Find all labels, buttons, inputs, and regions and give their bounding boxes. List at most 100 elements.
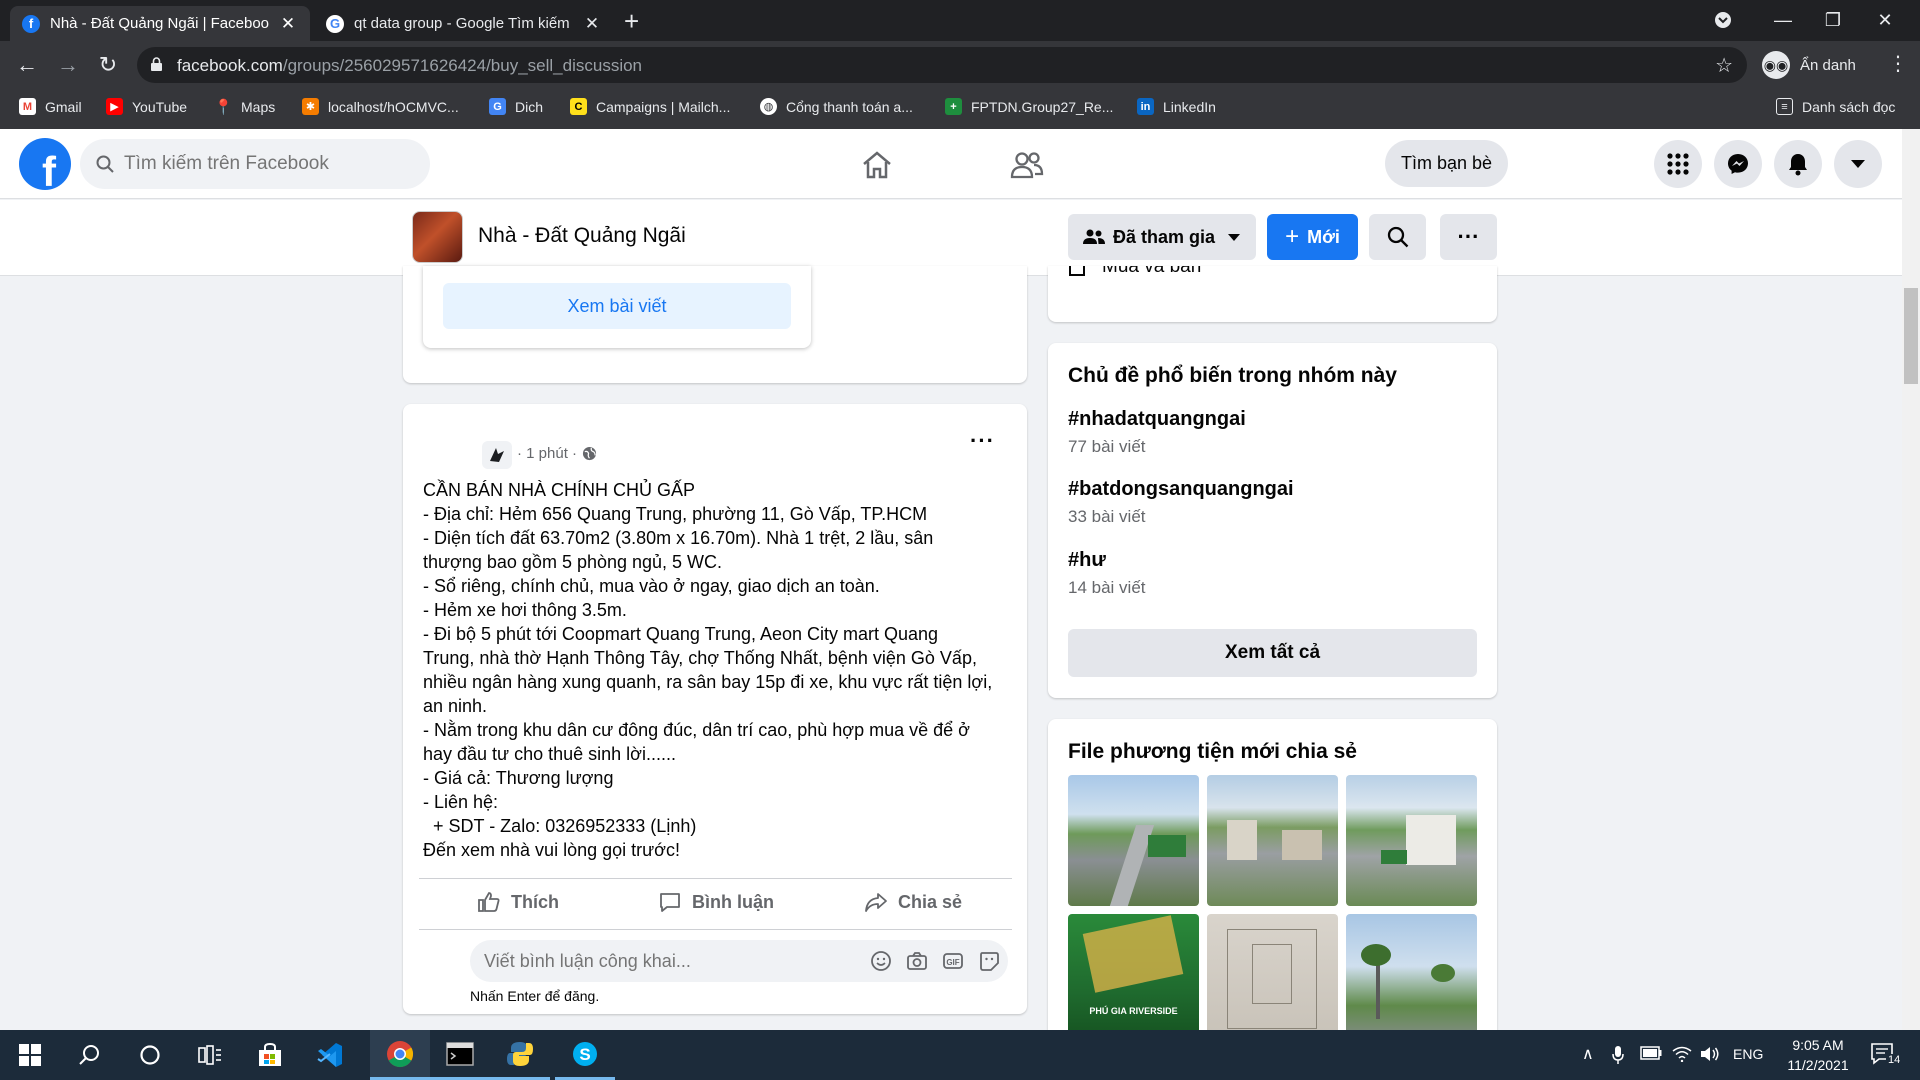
tab-title: qt data group - Google Tìm kiếm bbox=[354, 15, 570, 32]
topic-count: 33 bài viết bbox=[1068, 507, 1146, 526]
media-thumbnail[interactable] bbox=[1068, 775, 1199, 906]
bookmark-linkedin[interactable]: in LinkedIn bbox=[1137, 98, 1216, 115]
post-time[interactable]: · 1 phút · bbox=[517, 445, 577, 462]
media-thumbnail[interactable] bbox=[1346, 914, 1477, 1045]
topic-tag[interactable]: #batdongsanquangngai bbox=[1068, 478, 1294, 501]
windows-start-icon[interactable] bbox=[0, 1030, 60, 1080]
bookmark-maps[interactable]: 📍 Maps bbox=[214, 98, 275, 116]
topic-tag[interactable]: #nhadatquangngai bbox=[1068, 408, 1246, 431]
microphone-icon[interactable] bbox=[1612, 1046, 1624, 1067]
bookmark-fptdn[interactable]: + FPTDN.Group27_Re... bbox=[945, 98, 1113, 115]
group-cover-thumbnail[interactable] bbox=[412, 211, 463, 263]
input-language[interactable]: ENG bbox=[1733, 1046, 1763, 1062]
comment-input-box[interactable]: GIF bbox=[470, 940, 1008, 982]
group-name[interactable]: Nhà - Đất Quảng Ngãi bbox=[478, 224, 686, 248]
gif-icon[interactable]: GIF bbox=[942, 950, 964, 972]
bookmark-gmail[interactable]: M Gmail bbox=[19, 98, 82, 115]
like-button[interactable]: Thích bbox=[477, 888, 559, 916]
see-all-topics-button[interactable]: Xem tất cả bbox=[1068, 629, 1477, 677]
close-tab-icon[interactable]: ✕ bbox=[278, 14, 298, 34]
bookmark-campaigns[interactable]: C Campaigns | Mailch... bbox=[570, 98, 730, 115]
forward-button[interactable]: → bbox=[52, 49, 84, 81]
reload-button[interactable]: ↻ bbox=[92, 49, 124, 81]
page-scrollbar[interactable] bbox=[1902, 129, 1920, 1030]
tab-facebook[interactable]: f Nhà - Đất Quảng Ngãi | Facebook ✕ bbox=[10, 6, 310, 41]
action-center-icon[interactable]: 14 bbox=[1870, 1042, 1903, 1071]
find-friends-button[interactable]: Tìm bạn bè bbox=[1385, 140, 1509, 187]
clock[interactable]: 9:05 AM 11/2/2021 bbox=[1770, 1035, 1866, 1075]
post-options-icon[interactable]: ··· bbox=[970, 428, 995, 454]
view-post-button[interactable]: Xem bài viết bbox=[443, 283, 791, 329]
media-thumbnail[interactable] bbox=[1207, 775, 1338, 906]
tab-title: Nhà - Đất Quảng Ngãi | Facebook bbox=[50, 15, 270, 32]
share-button[interactable]: Chia sẻ bbox=[864, 888, 962, 916]
cortana-icon[interactable] bbox=[120, 1030, 180, 1080]
incognito-profile-button[interactable]: ◉◉ Ẩn danh bbox=[1762, 47, 1856, 83]
tab-search-icon[interactable] bbox=[1700, 0, 1746, 40]
python-icon[interactable] bbox=[490, 1030, 550, 1080]
wifi-icon[interactable] bbox=[1672, 1046, 1692, 1065]
bookmarks-bar: M Gmail ▶ YouTube 📍 Maps ✱ localhost/hOCMVC.… bbox=[0, 89, 1920, 129]
battery-icon[interactable] bbox=[1640, 1046, 1662, 1063]
scrollbar-thumb[interactable] bbox=[1904, 288, 1918, 384]
comment-bubble-icon bbox=[660, 893, 680, 912]
caret-down-icon bbox=[1228, 233, 1241, 241]
media-thumbnail[interactable] bbox=[1346, 775, 1477, 906]
comment-button[interactable]: Bình luận bbox=[658, 888, 774, 916]
new-post-button[interactable]: + Mới bbox=[1267, 214, 1358, 260]
friends-icon[interactable] bbox=[1005, 143, 1049, 187]
media-thumbnail[interactable] bbox=[1207, 914, 1338, 1045]
task-view-icon[interactable] bbox=[180, 1030, 240, 1080]
address-bar[interactable]: facebook.com/groups/256029571626424/buy_… bbox=[137, 47, 1747, 83]
messenger-icon[interactable] bbox=[1714, 140, 1762, 188]
minimize-button[interactable]: — bbox=[1760, 0, 1806, 40]
reading-list-button[interactable]: ≡ Danh sách đọc bbox=[1776, 98, 1895, 115]
svg-text:GIF: GIF bbox=[946, 958, 959, 967]
bookmark-localhost[interactable]: ✱ localhost/hOCMVC... bbox=[302, 98, 459, 115]
bookmark-dich[interactable]: G Dich bbox=[489, 98, 543, 115]
close-window-button[interactable]: ✕ bbox=[1862, 0, 1908, 40]
chrome-taskbar-icon[interactable] bbox=[370, 1030, 430, 1080]
group-members-icon bbox=[1082, 229, 1105, 244]
bookmark-payment[interactable]: ◍ Cổng thanh toán a... bbox=[760, 98, 913, 115]
bookmark-youtube[interactable]: ▶ YouTube bbox=[106, 98, 187, 115]
share-arrow-icon bbox=[865, 893, 887, 912]
home-icon[interactable] bbox=[855, 143, 899, 187]
chrome-menu-icon[interactable]: ⋮ bbox=[1888, 51, 1908, 76]
back-button[interactable]: ← bbox=[11, 49, 43, 81]
facebook-logo-icon[interactable]: f bbox=[19, 138, 71, 190]
facebook-favicon-icon: f bbox=[22, 14, 40, 33]
tab-google[interactable]: G qt data group - Google Tìm kiếm ✕ bbox=[314, 6, 614, 41]
maps-pin-icon: 📍 bbox=[214, 98, 233, 116]
store-icon[interactable] bbox=[240, 1030, 300, 1080]
facebook-top-nav: f Tìm bạn bè bbox=[0, 129, 1902, 199]
media-thumbnail[interactable]: PHÚ GIA RIVERSIDE bbox=[1068, 914, 1199, 1045]
comment-input[interactable] bbox=[484, 940, 844, 982]
translate-icon: G bbox=[489, 98, 506, 115]
close-tab-icon[interactable]: ✕ bbox=[582, 14, 602, 34]
group-search-button[interactable] bbox=[1369, 214, 1426, 260]
skype-icon[interactable]: S bbox=[555, 1030, 615, 1080]
topic-tag[interactable]: #hư bbox=[1068, 549, 1106, 572]
joined-button[interactable]: Đã tham gia bbox=[1068, 214, 1256, 260]
search-icon[interactable] bbox=[60, 1030, 120, 1080]
more-options-icon[interactable]: ··· bbox=[1440, 214, 1497, 260]
camera-icon[interactable] bbox=[906, 950, 928, 972]
terminal-icon[interactable] bbox=[430, 1030, 490, 1080]
tray-overflow-icon[interactable]: ∧ bbox=[1582, 1044, 1594, 1064]
emoji-icon[interactable] bbox=[870, 950, 892, 972]
restore-button[interactable]: ❐ bbox=[1810, 0, 1856, 40]
bookmark-star-icon[interactable]: ☆ bbox=[1715, 53, 1733, 78]
vscode-icon[interactable] bbox=[300, 1030, 360, 1080]
topic-count: 14 bài viết bbox=[1068, 578, 1146, 597]
search-input[interactable] bbox=[124, 153, 404, 175]
notifications-bell-icon[interactable] bbox=[1774, 140, 1822, 188]
new-tab-button[interactable]: + bbox=[624, 8, 639, 34]
volume-icon[interactable] bbox=[1700, 1046, 1720, 1065]
post-line: + SDT - Zalo: 0326952333 (Lịnh) bbox=[423, 816, 697, 836]
search-box[interactable] bbox=[80, 139, 430, 189]
account-dropdown-icon[interactable] bbox=[1834, 140, 1882, 188]
buy-sell-item[interactable]: Mua và bán bbox=[1068, 266, 1228, 284]
menu-grid-icon[interactable] bbox=[1654, 140, 1702, 188]
sticker-icon[interactable] bbox=[978, 950, 1000, 972]
